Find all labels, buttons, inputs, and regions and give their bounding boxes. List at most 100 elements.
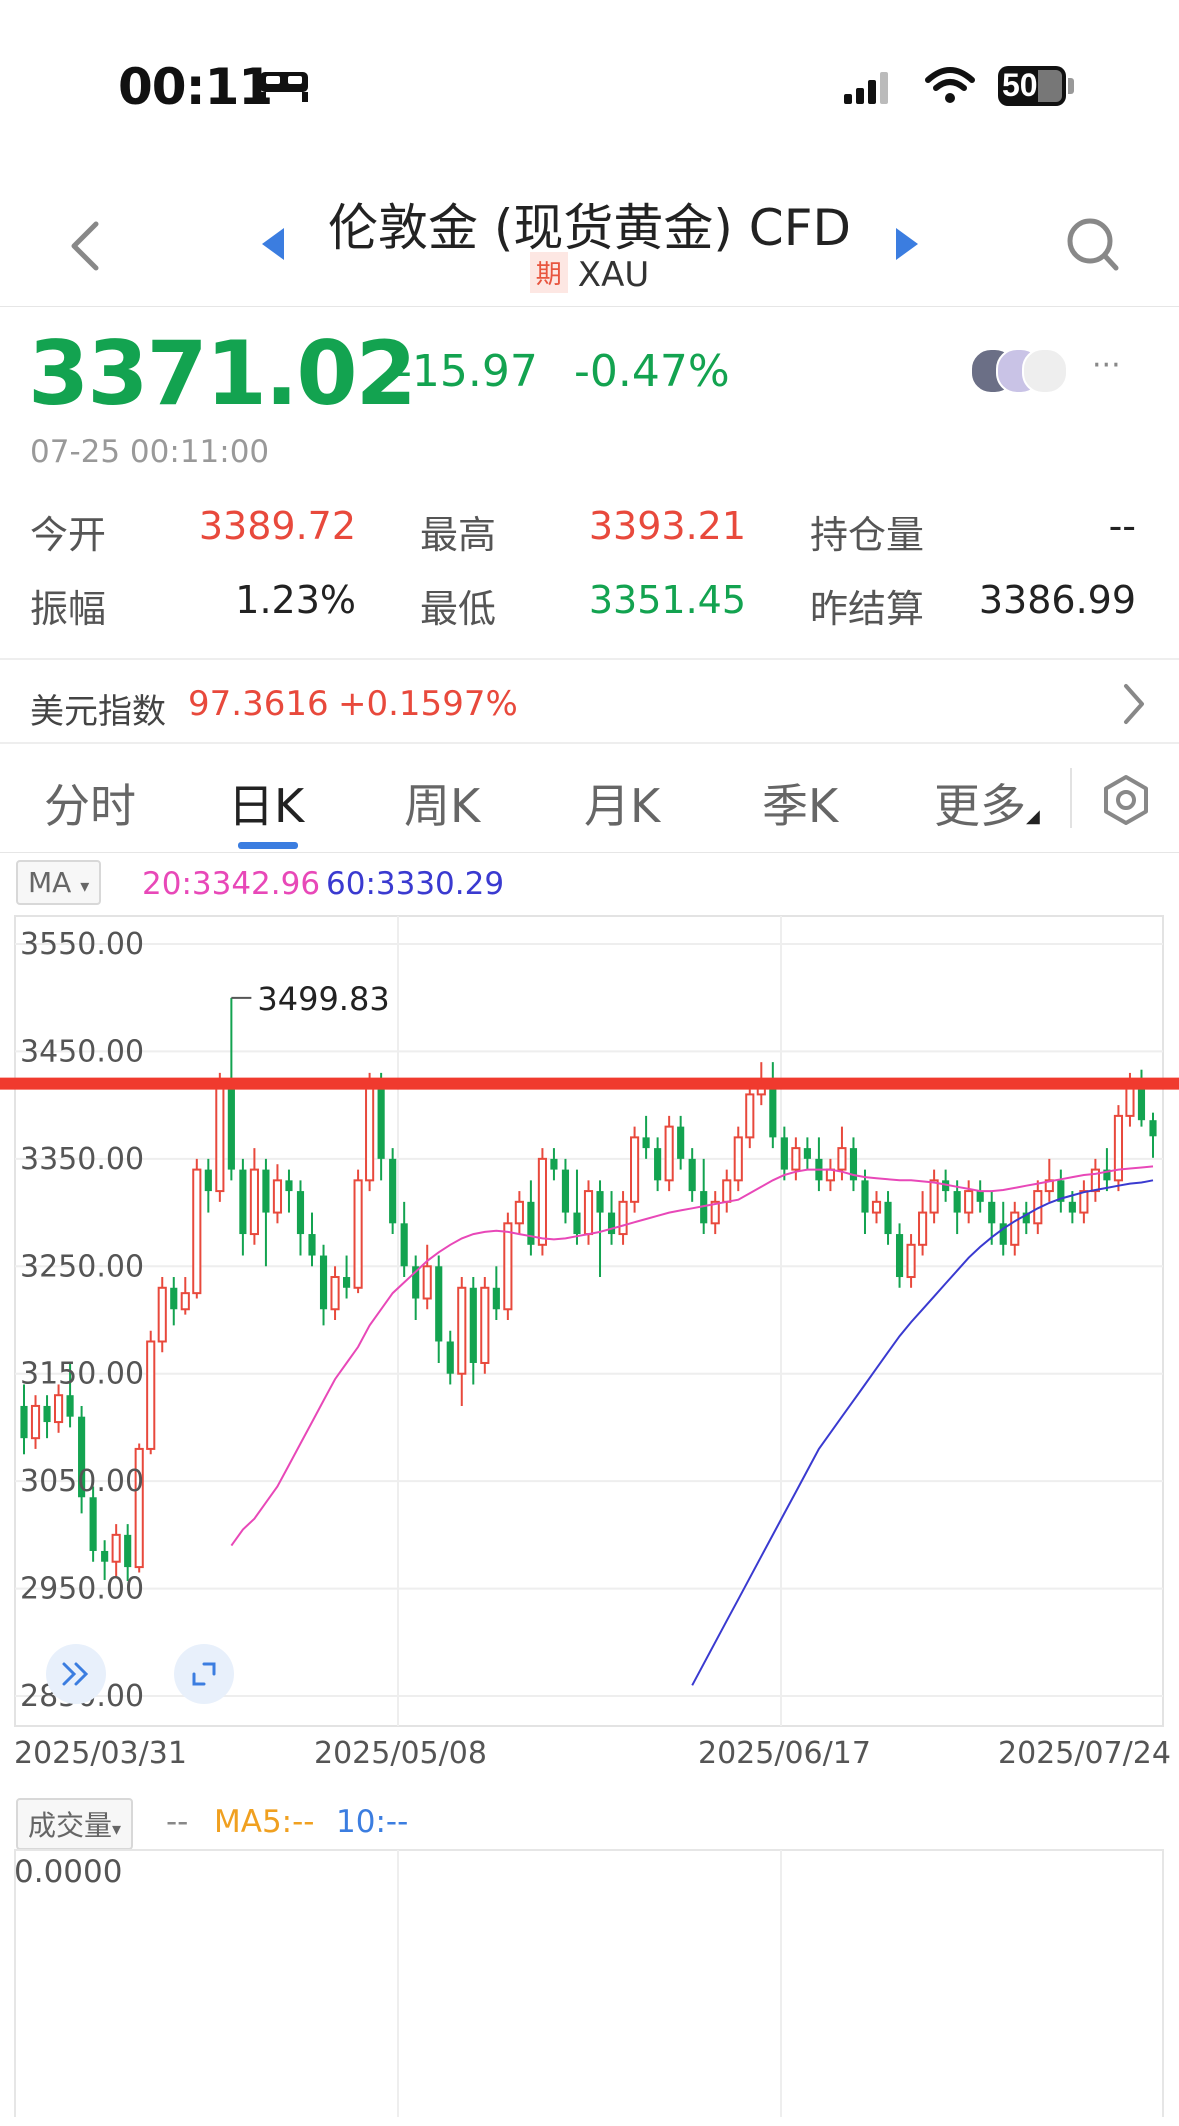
tab-monthly[interactable]: 月K xyxy=(584,770,660,836)
candle-body xyxy=(170,1287,178,1310)
candle-body xyxy=(1079,1190,1089,1214)
tab-weekly[interactable]: 周K xyxy=(404,770,480,836)
quote-timestamp: 07-25 00:11:00 xyxy=(30,434,270,470)
candlestick-chart[interactable]: 3550.00 3450.00 3350.00 3250.00 3150.00 3050.… xyxy=(0,900,1179,1730)
candle-body xyxy=(457,1286,467,1375)
more-options-icon[interactable]: ··· xyxy=(1092,348,1121,383)
plot-frame xyxy=(14,915,1164,1727)
candle-body xyxy=(20,1405,28,1439)
y-tick-label: 3050.00 xyxy=(20,1464,144,1499)
candle-body xyxy=(101,1550,109,1562)
candle-body xyxy=(654,1148,662,1181)
fullscreen-button[interactable] xyxy=(174,1644,234,1704)
candle-body xyxy=(503,1222,513,1311)
x-tick-label: 2025/07/24 xyxy=(998,1736,1171,1771)
candle-body xyxy=(435,1266,443,1342)
candle-body xyxy=(988,1201,996,1224)
candle-body xyxy=(308,1234,316,1256)
tab-quarterly[interactable]: 季K xyxy=(762,770,838,836)
candle-body xyxy=(124,1534,132,1568)
candle-body xyxy=(43,1405,51,1423)
candle-body xyxy=(733,1136,743,1182)
tab-more-label: 更多 xyxy=(934,779,1026,833)
chart-settings-icon[interactable] xyxy=(1100,774,1152,826)
usd-index-label: 美元指数 xyxy=(30,692,166,732)
candle-body xyxy=(677,1126,685,1159)
battery-level: 50 xyxy=(1002,67,1038,103)
candle-body xyxy=(192,1168,202,1295)
candle-body xyxy=(1010,1211,1020,1246)
candle-body xyxy=(89,1497,97,1551)
y-tick-label: 3150.00 xyxy=(20,1357,144,1392)
candle-body xyxy=(227,1083,235,1170)
usd-index-change: +0.1597% xyxy=(338,684,518,724)
amplitude-label: 振幅 xyxy=(30,587,107,631)
candle-body xyxy=(330,1276,340,1311)
candle-body xyxy=(861,1180,869,1213)
low-label: 最低 xyxy=(420,587,497,631)
x-tick-label: 2025/06/17 xyxy=(698,1736,871,1771)
tab-daily[interactable]: 日K xyxy=(228,770,304,836)
candle-body xyxy=(573,1212,581,1235)
tab-separator xyxy=(1070,768,1072,828)
candle-body xyxy=(583,1190,594,1236)
tabs-divider xyxy=(0,852,1179,853)
volume-ma10: 10:-- xyxy=(336,1804,409,1840)
low-value: 3351.45 xyxy=(588,578,746,622)
futures-tag: 期 xyxy=(529,252,568,293)
candle-body xyxy=(607,1212,616,1235)
indicator-select[interactable]: MA ▾ xyxy=(16,860,102,905)
candle-body xyxy=(918,1211,928,1246)
candle-body xyxy=(53,1394,64,1424)
tab-more[interactable]: 更多◢ xyxy=(934,770,1040,836)
indicator-name: MA xyxy=(28,866,72,899)
avatar-group[interactable] xyxy=(970,348,1068,394)
candle-body xyxy=(976,1191,984,1202)
chevron-right-icon[interactable] xyxy=(1120,682,1148,726)
volume-indicator-select[interactable]: 成交量▾ xyxy=(16,1798,134,1850)
prev-settle-label: 昨结算 xyxy=(810,587,925,631)
usd-divider xyxy=(0,742,1179,744)
scroll-latest-button[interactable] xyxy=(46,1644,106,1704)
candle-body xyxy=(262,1169,270,1213)
status-time: 00:11 xyxy=(118,58,273,116)
ma20-value: 20:3342.96 xyxy=(142,866,321,902)
open-label: 今开 xyxy=(30,513,107,557)
candle-body xyxy=(514,1200,524,1225)
candle-body xyxy=(1068,1201,1076,1213)
candle-body xyxy=(791,1147,801,1171)
candle-body xyxy=(745,1093,755,1139)
y-tick-label: 3350.00 xyxy=(20,1142,144,1177)
expand-icon xyxy=(192,1662,216,1686)
volume-indicator-name: 成交量 xyxy=(28,1809,113,1842)
volume-axis-label: 0.0000 xyxy=(14,1854,123,1890)
candle-body xyxy=(422,1265,432,1300)
dropdown-caret-icon: ◢ xyxy=(1026,806,1040,827)
candle-body xyxy=(929,1179,939,1214)
usd-index-row[interactable] xyxy=(0,660,1179,742)
candle-body xyxy=(480,1286,490,1364)
tab-intraday[interactable]: 分时 xyxy=(44,770,136,836)
candle-body xyxy=(722,1179,732,1203)
candle-body xyxy=(527,1201,535,1245)
y-tick-label: 3550.00 xyxy=(20,927,144,962)
candle-body xyxy=(769,1083,777,1138)
volume-chart[interactable] xyxy=(0,1846,1179,2126)
candle-body xyxy=(365,1082,375,1182)
header-divider xyxy=(0,306,1179,307)
candle-body xyxy=(146,1340,156,1450)
candle-body xyxy=(353,1179,363,1289)
candle-body xyxy=(688,1158,696,1192)
open-value: 3389.72 xyxy=(198,504,356,548)
candle-body xyxy=(895,1234,904,1278)
ma60-value: 60:3330.29 xyxy=(326,866,505,902)
candle-body xyxy=(239,1169,247,1235)
candle-body xyxy=(953,1191,961,1213)
candle-body xyxy=(492,1287,500,1310)
candle-body xyxy=(319,1255,328,1310)
prev-settle-value: 3386.99 xyxy=(978,578,1136,622)
price-change-pct: -0.47% xyxy=(574,346,730,397)
candle-body xyxy=(272,1179,283,1214)
candle-body xyxy=(780,1137,788,1170)
candle-body xyxy=(618,1200,628,1236)
